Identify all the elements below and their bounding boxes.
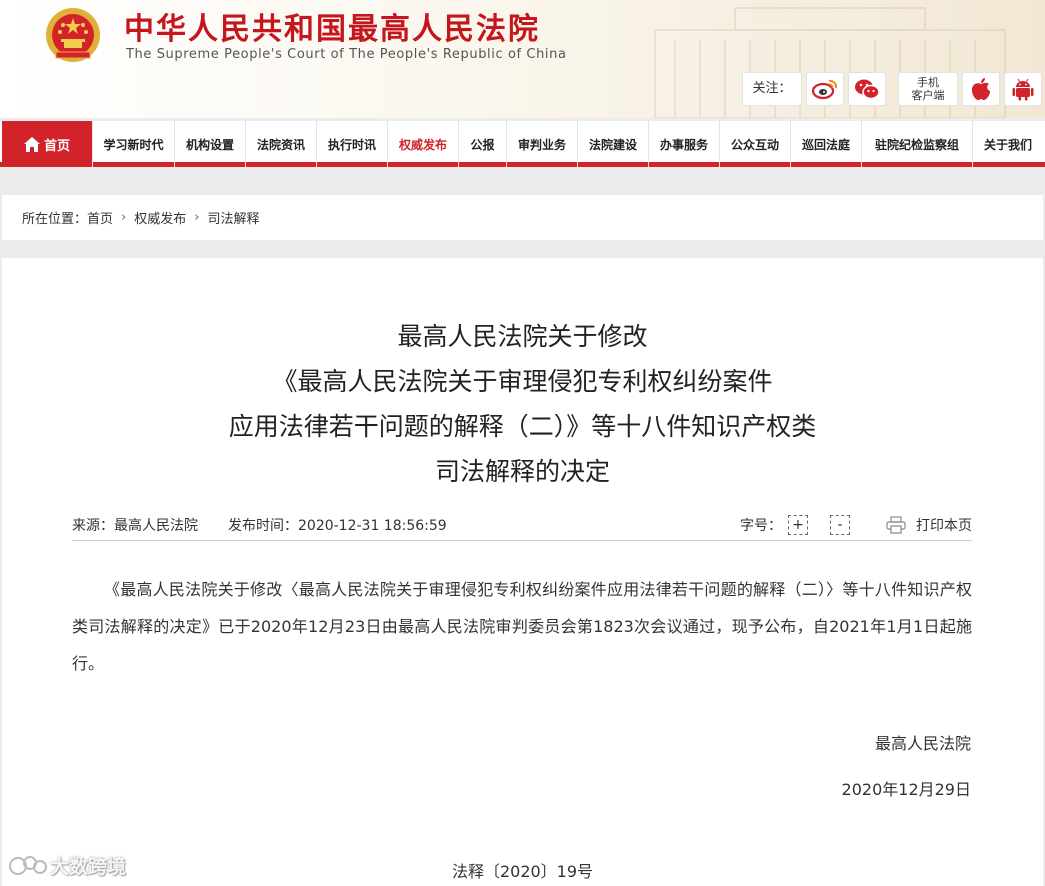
weibo-icon bbox=[812, 79, 838, 100]
font-increase-button[interactable]: + bbox=[788, 515, 808, 535]
apple-app-button[interactable] bbox=[962, 72, 1000, 106]
nav-item-jijian[interactable]: 驻院纪检监察组 bbox=[861, 121, 972, 167]
mobile-client-button[interactable]: 手机 客户端 bbox=[898, 72, 958, 106]
nav-item-zhixing[interactable]: 执行时讯 bbox=[316, 121, 387, 167]
chevron-right-icon: › bbox=[194, 210, 200, 225]
main-navigation: 首页 学习新时代 机构设置 法院资讯 执行时讯 权威发布 公报 审判业务 法院建… bbox=[0, 121, 1045, 167]
font-size-label: 字号： bbox=[740, 518, 782, 534]
breadcrumb-quanwei[interactable]: 权威发布 bbox=[134, 208, 186, 227]
android-icon bbox=[1012, 78, 1034, 101]
follow-label: 关注： bbox=[742, 72, 802, 106]
watermark-text: 大数跨境 bbox=[50, 856, 127, 878]
article-date: 2020年12月29日 bbox=[841, 780, 971, 799]
nav-item-hudong[interactable]: 公众互动 bbox=[719, 121, 790, 167]
apple-icon bbox=[972, 78, 990, 100]
article-title-line: 《最高人民法院关于审理侵犯专利权纠纷案件 bbox=[272, 367, 773, 396]
article-tools: 字号： + - 打印本页 bbox=[740, 510, 972, 540]
nav-item-banshi[interactable]: 办事服务 bbox=[648, 121, 719, 167]
nav-item-quanwei[interactable]: 权威发布 bbox=[387, 121, 458, 167]
nav-home-label: 首页 bbox=[43, 138, 70, 154]
article-title-line: 司法解释的决定 bbox=[434, 457, 610, 486]
nav-item-shenpan[interactable]: 审判业务 bbox=[506, 121, 577, 167]
nav-item-jigou[interactable]: 机构设置 bbox=[174, 121, 245, 167]
watermark: 大数跨境 bbox=[8, 852, 126, 879]
nav-item-gongbao[interactable]: 公报 bbox=[458, 121, 506, 167]
nav-item-xunhui[interactable]: 巡回法庭 bbox=[790, 121, 861, 167]
chevron-right-icon: › bbox=[121, 210, 127, 225]
print-button[interactable]: 打印本页 bbox=[886, 515, 972, 535]
national-emblem-icon bbox=[46, 8, 100, 62]
document-number: 法释〔2020〕19号 bbox=[451, 862, 594, 881]
site-header: 中华人民共和国最高人民法院 The Supreme People's Court… bbox=[0, 0, 1045, 118]
home-icon bbox=[23, 136, 40, 152]
article-signature: 最高人民法院 bbox=[874, 734, 971, 753]
nav-item-jianshe[interactable]: 法院建设 bbox=[577, 121, 648, 167]
android-app-button[interactable] bbox=[1004, 72, 1042, 106]
breadcrumb-prefix: 所在位置： bbox=[22, 212, 88, 227]
article-source: 来源：最高人民法院 bbox=[72, 518, 198, 534]
print-label: 打印本页 bbox=[916, 518, 972, 534]
weibo-button[interactable] bbox=[806, 72, 844, 106]
nav-item-zixun[interactable]: 法院资讯 bbox=[245, 121, 316, 167]
wechat-button[interactable] bbox=[848, 72, 886, 106]
article-publish-time: 发布时间：2020-12-31 18:56:59 bbox=[228, 518, 447, 534]
article-title: 最高人民法院关于修改 《最高人民法院关于审理侵犯专利权纠纷案件 应用法律若干问题… bbox=[2, 314, 1043, 494]
site-subtitle: The Supreme People's Court of The People… bbox=[126, 47, 567, 62]
printer-icon bbox=[886, 516, 906, 534]
nav-home[interactable]: 首页 bbox=[2, 121, 92, 167]
nav-item-xuexi[interactable]: 学习新时代 bbox=[92, 121, 174, 167]
article-title-line: 应用法律若干问题的解释（二）》等十八件知识产权类 bbox=[228, 412, 817, 441]
breadcrumb-sifa[interactable]: 司法解释 bbox=[207, 208, 259, 227]
breadcrumb: 所在位置： 首页 › 权威发布 › 司法解释 bbox=[2, 195, 1043, 240]
article-body: 《最高人民法院关于修改〈最高人民法院关于审理侵犯专利权纠纷案件应用法律若干问题的… bbox=[72, 580, 972, 673]
article-title-line: 最高人民法院关于修改 bbox=[397, 322, 648, 351]
article-meta: 来源：最高人民法院 发布时间：2020-12-31 18:56:59 字号： +… bbox=[72, 510, 972, 540]
watermark-logo-icon bbox=[9, 855, 47, 875]
nav-item-guanyu[interactable]: 关于我们 bbox=[972, 121, 1043, 167]
mobile-client-label-1: 手机 bbox=[917, 76, 939, 89]
font-decrease-button[interactable]: - bbox=[830, 515, 850, 535]
wechat-icon bbox=[855, 79, 880, 100]
meta-divider bbox=[72, 540, 972, 541]
breadcrumb-home[interactable]: 首页 bbox=[87, 208, 113, 227]
article-panel: 最高人民法院关于修改 《最高人民法院关于审理侵犯专利权纠纷案件 应用法律若干问题… bbox=[2, 258, 1043, 886]
site-title: 中华人民共和国最高人民法院 bbox=[124, 12, 540, 47]
mobile-client-label-2: 客户端 bbox=[911, 89, 945, 102]
